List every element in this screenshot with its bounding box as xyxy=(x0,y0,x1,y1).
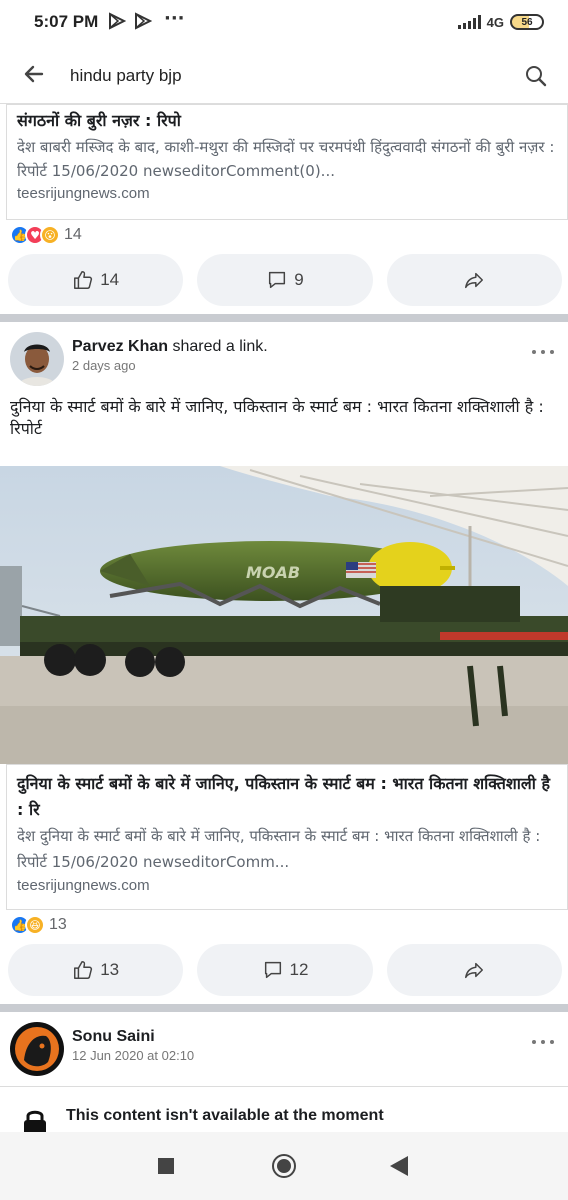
comment-count: 12 xyxy=(289,960,309,979)
search-icon[interactable] xyxy=(524,64,548,88)
like-button[interactable]: 13 xyxy=(8,944,184,996)
link-preview-card[interactable]: संगठनों की बुरी नज़र : रिपो देश बाबरी मस… xyxy=(6,104,568,220)
share-icon xyxy=(465,272,484,289)
link-domain: teesrijungnews.com xyxy=(17,185,150,202)
like-count: 14 xyxy=(100,270,120,289)
comment-button[interactable]: 9 xyxy=(197,254,373,306)
link-description: देश दुनिया के स्मार्ट बमों के बारे में ज… xyxy=(17,827,541,871)
link-preview-card[interactable]: दुनिया के स्मार्ट बमों के बारे में जानिए… xyxy=(6,764,568,910)
thumbs-up-icon xyxy=(74,961,93,979)
recent-apps-button[interactable] xyxy=(158,1158,174,1174)
post-author[interactable]: Sonu Saini xyxy=(72,1028,155,1046)
post-divider xyxy=(0,314,568,322)
post-divider xyxy=(0,1004,568,1012)
link-title: संगठनों की बुरी नज़र : रिपो xyxy=(17,111,181,130)
search-bar: hindu party bjp xyxy=(0,50,568,104)
post-action-text: shared a link. xyxy=(172,338,268,355)
status-bar: 5:07 PM ··· 4G 56 xyxy=(0,0,568,50)
post-time[interactable]: 12 Jun 2020 at 02:10 xyxy=(72,1048,194,1063)
link-domain: teesrijungnews.com xyxy=(17,877,150,894)
post-author[interactable]: Parvez Khan shared a link. xyxy=(72,338,268,356)
post-actions: 14 9 xyxy=(8,254,562,306)
haha-reaction-icon: 😆 xyxy=(25,915,45,935)
unavailable-text: This content isn't available at the mome… xyxy=(66,1107,384,1124)
battery-icon: 56 xyxy=(510,14,544,30)
status-time: 5:07 PM xyxy=(34,12,99,31)
more-dots-icon: ··· xyxy=(164,8,185,29)
network-type: 4G xyxy=(486,14,504,30)
play-store-icon xyxy=(134,12,153,34)
comment-button[interactable]: 12 xyxy=(197,944,373,996)
share-icon xyxy=(465,962,484,979)
reaction-summary[interactable]: 👍 😆 13 xyxy=(10,915,67,935)
more-options-icon[interactable] xyxy=(532,1038,554,1046)
thumbs-up-icon xyxy=(74,271,93,289)
author-name[interactable]: Sonu Saini xyxy=(72,1028,155,1045)
reaction-count: 13 xyxy=(49,916,67,933)
post-actions: 13 12 xyxy=(8,944,562,996)
link-title: दुनिया के स्मार्ट बमों के बारे में जानिए… xyxy=(17,774,550,819)
avatar[interactable] xyxy=(10,1022,64,1076)
author-name[interactable]: Parvez Khan xyxy=(72,338,168,355)
play-store-icon xyxy=(108,12,127,34)
like-count: 13 xyxy=(100,960,120,979)
comment-icon xyxy=(264,961,281,979)
wow-reaction-icon: 😮 xyxy=(40,225,60,245)
home-button[interactable] xyxy=(272,1154,296,1178)
avatar[interactable] xyxy=(10,332,64,386)
link-image[interactable]: MOAB xyxy=(0,466,568,764)
share-button[interactable] xyxy=(386,254,562,306)
more-options-icon[interactable] xyxy=(532,348,554,356)
search-query[interactable]: hindu party bjp xyxy=(70,66,182,86)
unavailable-content-notice: This content isn't available at the mome… xyxy=(0,1086,568,1137)
share-button[interactable] xyxy=(386,944,562,996)
like-button[interactable]: 14 xyxy=(8,254,184,306)
post-time[interactable]: 2 days ago xyxy=(72,358,136,373)
signal-icon xyxy=(457,15,481,29)
link-description: देश बाबरी मस्जिद के बाद, काशी-मथुरा की म… xyxy=(17,138,555,180)
bomb-label: MOAB xyxy=(246,563,300,582)
system-nav-bar xyxy=(0,1132,568,1200)
comment-icon xyxy=(269,271,286,289)
reaction-summary[interactable]: 👍 ♥ 😮 14 xyxy=(10,225,82,245)
comment-count: 9 xyxy=(294,270,304,289)
battery-level: 56 xyxy=(521,16,533,28)
reaction-count: 14 xyxy=(64,226,82,243)
post-text: दुनिया के स्मार्ट बमों के बारे में जानिए… xyxy=(10,397,544,438)
arrow-left-icon[interactable] xyxy=(22,62,46,86)
back-button[interactable] xyxy=(390,1156,408,1176)
